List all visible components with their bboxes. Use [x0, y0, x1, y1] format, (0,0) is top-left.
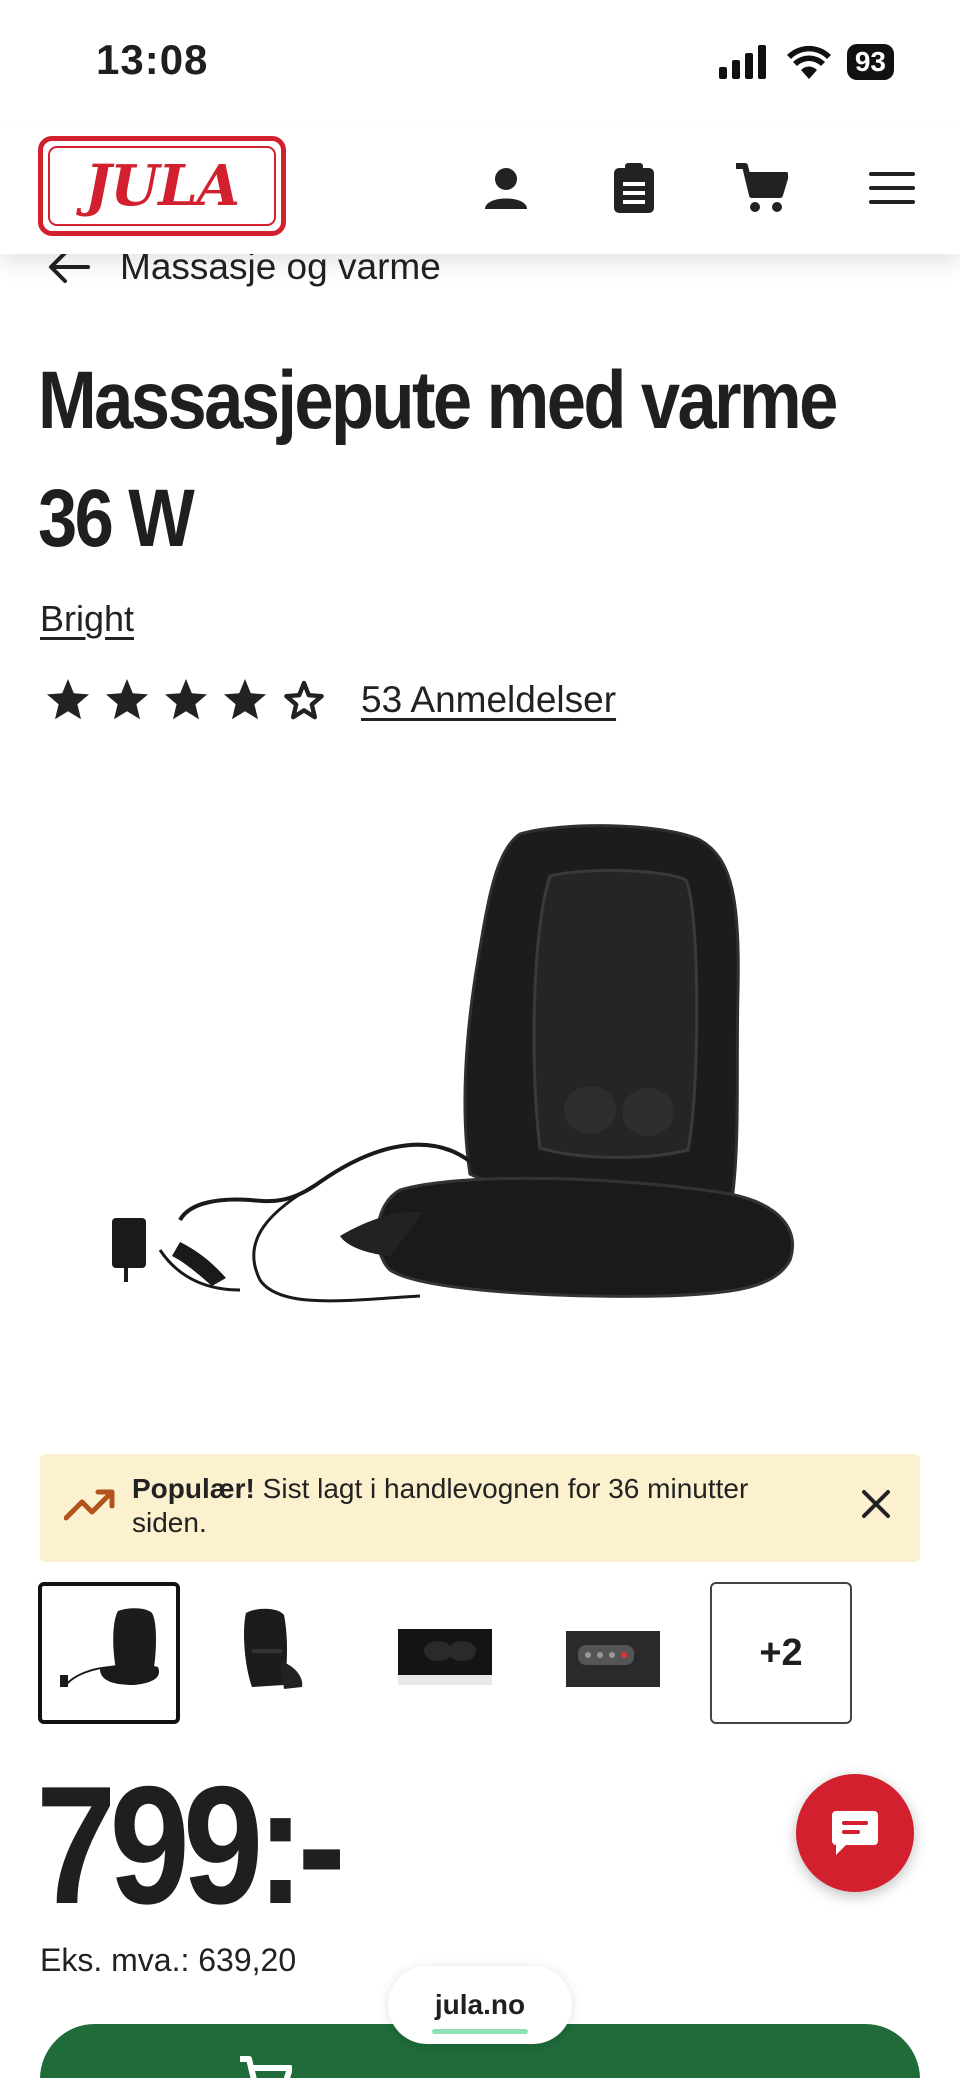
thumbnail-gallery: +2	[38, 1582, 878, 1724]
clipboard-list-icon[interactable]	[604, 158, 664, 218]
star-filled-icon	[47, 679, 89, 720]
cellular-signal-icon	[718, 45, 766, 79]
account-icon[interactable]	[476, 158, 536, 218]
product-price: 799:-	[36, 1751, 346, 1939]
price-excl-vat: Eks. mva.: 639,20	[40, 1942, 297, 1978]
cart-icon	[240, 2056, 292, 2078]
arrow-left-icon	[49, 251, 90, 283]
cart-icon[interactable]	[732, 158, 792, 218]
thumbnail-2[interactable]	[206, 1582, 348, 1724]
status-bar: 13:08 93	[0, 0, 960, 128]
popular-message: Populær! Sist lagt i handlevognen for 36…	[132, 1472, 822, 1540]
thumbnail-3[interactable]	[374, 1582, 516, 1724]
menu-icon[interactable]	[862, 158, 922, 218]
logo-text: JULA	[84, 153, 240, 219]
wifi-icon	[786, 45, 831, 79]
thumbnail-image	[60, 1608, 159, 1687]
product-title: Massasjepute med varme 36 W	[38, 342, 915, 578]
status-time: 13:08	[96, 36, 209, 83]
product-title-line2: 36 W	[38, 473, 195, 564]
battery-indicator: 93	[846, 44, 894, 80]
star-filled-icon	[165, 679, 207, 720]
reviews-link[interactable]: 53 Anmeldelser	[361, 679, 616, 721]
product-title-line1: Massasjepute med varme	[38, 355, 838, 446]
thumbnail-image	[566, 1631, 660, 1687]
browser-domain[interactable]: jula.no	[388, 1966, 572, 2044]
brand-link[interactable]: Bright	[40, 598, 134, 640]
trending-up-icon	[64, 1489, 115, 1521]
popular-label: Populær!	[132, 1473, 255, 1504]
star-outline-icon	[284, 680, 324, 720]
thumbnail-image	[244, 1608, 303, 1689]
more-images-button[interactable]: +2	[710, 1582, 852, 1724]
chat-button[interactable]	[796, 1774, 914, 1892]
popular-banner: Populær! Sist lagt i handlevognen for 36…	[40, 1454, 920, 1562]
chat-icon	[832, 1811, 878, 1855]
close-icon[interactable]	[856, 1484, 896, 1524]
thumbnail-image	[398, 1629, 492, 1685]
product-rating[interactable]: 53 Anmeldelser	[44, 676, 616, 724]
site-header: JULA	[0, 128, 960, 254]
thumbnail-4[interactable]	[542, 1582, 684, 1724]
star-filled-icon	[224, 679, 266, 720]
thumbnail-1[interactable]	[38, 1582, 180, 1724]
status-icons: 93	[718, 44, 894, 80]
product-image[interactable]	[100, 810, 860, 1480]
star-filled-icon	[106, 679, 148, 720]
jula-logo[interactable]: JULA	[38, 136, 286, 236]
